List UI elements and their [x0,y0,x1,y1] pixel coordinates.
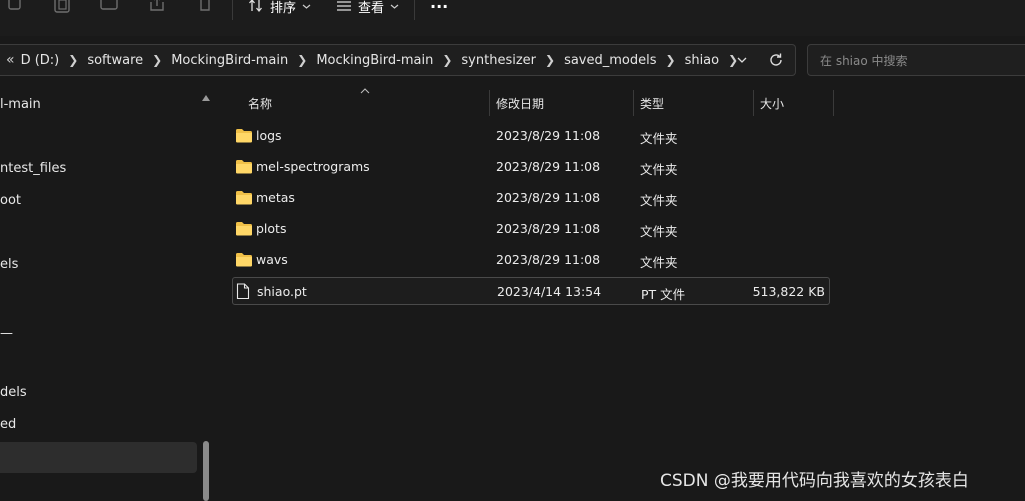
file-type: 文件夹 [640,162,678,177]
chevron-right-icon[interactable]: ❯ [437,53,457,67]
chevron-right-icon[interactable]: ❯ [661,53,681,67]
breadcrumb-mockingbird-main[interactable]: MockingBird-main [167,53,292,68]
breadcrumb: « D (D:) ❯ software ❯ MockingBird-main ❯… [6,45,743,75]
view-label: 查看 [358,0,385,16]
search-box[interactable] [807,44,1025,76]
file-name: mel-spectrograms [256,159,370,174]
file-type: PT 文件 [641,287,686,302]
chevron-right-icon[interactable]: ❯ [540,53,560,67]
nav-item[interactable]: oot [0,193,21,208]
chevron-down-icon [737,57,747,63]
file-row[interactable]: plots 2023/8/29 11:08 文件夹 [232,215,830,243]
toolbar-divider [414,0,415,20]
nav-item[interactable]: — [0,326,13,341]
nav-scrollbar-thumb[interactable] [203,441,209,501]
column-header-type[interactable]: 类型 [640,90,664,116]
nav-item[interactable]: els [0,257,18,272]
file-type: 文件夹 [640,193,678,208]
column-header-date[interactable]: 修改日期 [496,90,544,116]
column-header-name[interactable]: 名称 [248,90,272,116]
file-modified-date: 2023/4/14 13:54 [497,284,602,299]
folder-icon [235,221,253,236]
sort-icon [249,0,262,13]
file-modified-date: 2023/8/29 11:08 [496,252,601,267]
breadcrumb-saved-models[interactable]: saved_models [560,53,660,68]
breadcrumb-shiao[interactable]: shiao [681,53,724,68]
chevron-right-icon[interactable]: ❯ [147,53,167,67]
more-options-button[interactable]: ··· [430,0,448,18]
nav-selected-item[interactable] [0,442,197,473]
file-icon [236,283,250,300]
refresh-icon [770,53,782,66]
nav-item[interactable]: ntest_files [0,161,66,176]
folder-icon [235,128,253,143]
file-name: logs [256,128,282,143]
column-divider[interactable] [753,90,754,116]
file-modified-date: 2023/8/29 11:08 [496,128,601,143]
breadcrumb-drive[interactable]: D (D:) [17,53,64,68]
refresh-button[interactable] [768,52,784,68]
folder-icon [235,190,253,205]
chevron-right-icon[interactable]: ❯ [292,53,312,67]
folder-icon [235,252,253,267]
breadcrumb-software[interactable]: software [83,53,147,68]
rename-icon[interactable] [99,0,121,16]
file-size: 513,822 KB [752,284,825,299]
file-row[interactable]: mel-spectrograms 2023/8/29 11:08 文件夹 [232,153,830,181]
file-row[interactable]: logs 2023/8/29 11:08 文件夹 [232,122,830,150]
file-row[interactable]: shiao.pt 2023/4/14 13:54 PT 文件 513,822 KB [232,277,830,305]
nav-item[interactable]: l-main [0,97,41,112]
file-row[interactable]: wavs 2023/8/29 11:08 文件夹 [232,246,830,274]
nav-item[interactable]: ed [0,417,16,432]
copy-icon[interactable] [5,0,27,16]
navigation-pane [0,88,214,500]
column-divider[interactable] [633,90,634,116]
breadcrumb-overflow-icon[interactable]: « [6,52,17,68]
scroll-up-icon[interactable] [201,94,211,102]
delete-icon[interactable] [195,0,217,16]
toolbar-divider [232,0,233,20]
sort-button[interactable]: 排序 [248,0,311,18]
file-name: plots [256,221,287,236]
file-row[interactable]: metas 2023/8/29 11:08 文件夹 [232,184,830,212]
file-modified-date: 2023/8/29 11:08 [496,190,601,205]
nav-item[interactable]: dels [0,385,27,400]
address-history-dropdown[interactable] [736,54,748,66]
chevron-right-icon[interactable]: ❯ [63,53,83,67]
folder-icon [235,159,253,174]
sort-label: 排序 [270,0,297,16]
breadcrumb-synthesizer[interactable]: synthesizer [457,53,540,68]
file-type: 文件夹 [640,131,678,146]
search-input[interactable] [818,51,1022,71]
chevron-down-icon [302,4,311,9]
file-type: 文件夹 [640,224,678,239]
file-name: shiao.pt [257,284,307,299]
file-type: 文件夹 [640,255,678,270]
file-modified-date: 2023/8/29 11:08 [496,221,601,236]
view-button[interactable]: 查看 [336,0,399,18]
column-divider[interactable] [833,90,834,116]
chevron-down-icon [390,4,399,9]
more-icon: ··· [430,0,449,16]
command-bar: 排序 查看 ··· [0,0,1025,36]
sort-ascending-icon [360,88,370,94]
breadcrumb-mockingbird-main-inner[interactable]: MockingBird-main [312,53,437,68]
file-name: wavs [256,252,288,267]
file-modified-date: 2023/8/29 11:08 [496,159,601,174]
share-icon[interactable] [147,0,169,16]
column-header-size[interactable]: 大小 [760,90,784,116]
view-icon [337,1,351,11]
paste-icon[interactable] [52,0,74,16]
column-divider[interactable] [489,90,490,116]
address-bar[interactable]: « D (D:) ❯ software ❯ MockingBird-main ❯… [0,44,796,76]
file-name: metas [256,190,295,205]
watermark-text: CSDN @我要用代码向我喜欢的女孩表白 [660,471,969,491]
